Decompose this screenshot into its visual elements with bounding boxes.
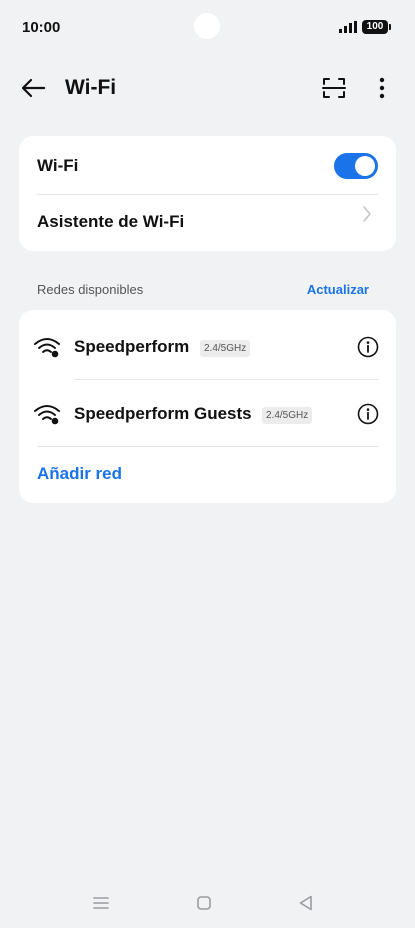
signal-icon <box>339 21 357 33</box>
wifi-settings-card: Wi-Fi Asistente de Wi-Fi <box>19 136 396 251</box>
info-icon[interactable] <box>357 403 379 425</box>
wifi-assistant-label: Asistente de Wi-Fi <box>37 212 185 231</box>
wifi-assistant-row[interactable]: Asistente de Wi-Fi <box>19 195 396 251</box>
networks-card: Speedperform 2.4/5GHz Speedperform Guest… <box>19 310 396 503</box>
navigation-bar <box>0 878 415 928</box>
available-networks-heading: Redes disponibles <box>37 282 144 297</box>
network-item[interactable]: Speedperform Guests 2.4/5GHz <box>19 380 396 446</box>
toggle-knob <box>355 156 375 176</box>
wifi-locked-icon <box>34 405 60 425</box>
front-camera <box>194 13 220 39</box>
add-network-button[interactable]: Añadir red <box>37 464 122 484</box>
back-triangle-icon[interactable] <box>295 892 317 914</box>
battery-icon: 100 <box>362 20 391 34</box>
status-bar: 10:00 100 <box>0 0 415 56</box>
status-time: 10:00 <box>22 19 61 36</box>
info-icon[interactable] <box>357 336 379 358</box>
app-bar: Wi-Fi <box>0 66 415 110</box>
chevron-right-icon <box>363 206 371 222</box>
network-band-badge: 2.4/5GHz <box>200 340 251 357</box>
home-icon[interactable] <box>193 892 215 914</box>
network-item[interactable]: Speedperform 2.4/5GHz <box>19 313 396 379</box>
refresh-button[interactable]: Actualizar <box>307 282 369 297</box>
network-name: Speedperform Guests <box>74 404 252 423</box>
network-name: Speedperform <box>74 337 190 356</box>
scan-qr-icon[interactable] <box>322 77 346 99</box>
divider <box>37 446 378 447</box>
wifi-locked-icon <box>34 338 60 358</box>
wifi-toggle-switch[interactable] <box>334 153 378 179</box>
wifi-toggle-row[interactable]: Wi-Fi <box>19 136 396 194</box>
network-band-badge: 2.4/5GHz <box>262 407 313 424</box>
back-arrow-icon[interactable] <box>20 76 46 100</box>
wifi-toggle-label: Wi-Fi <box>37 156 79 175</box>
recents-menu-icon[interactable] <box>90 892 112 914</box>
page-title: Wi-Fi <box>65 76 117 99</box>
more-vert-icon[interactable] <box>374 76 390 100</box>
